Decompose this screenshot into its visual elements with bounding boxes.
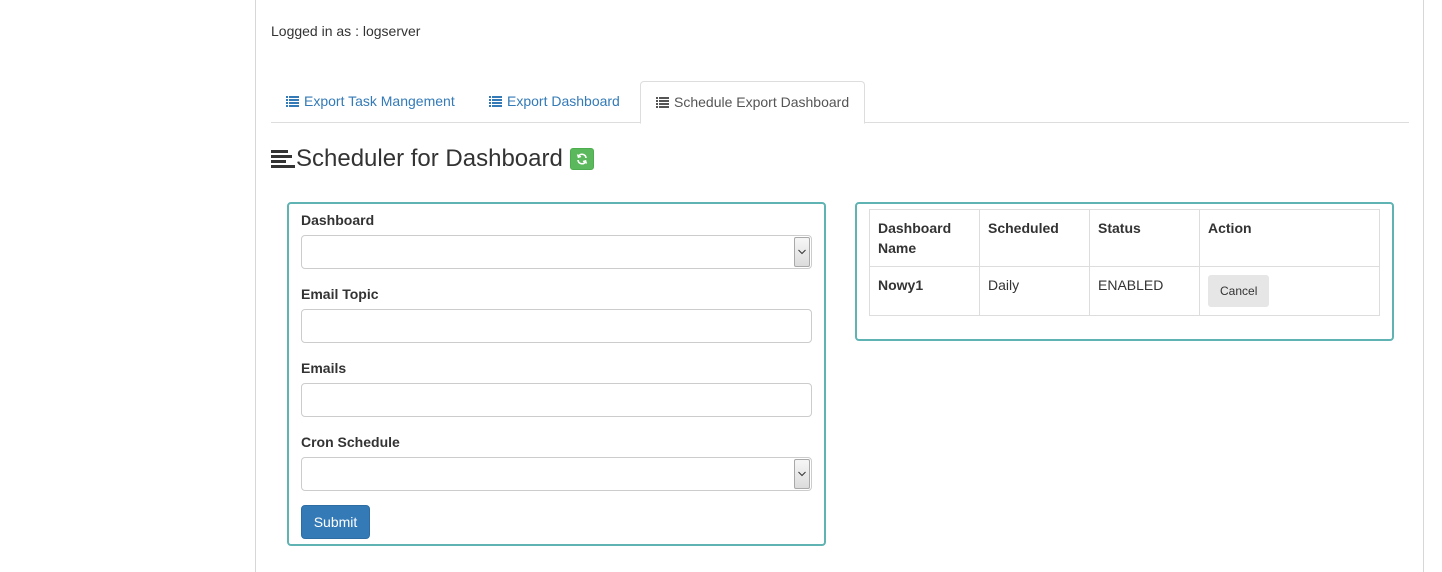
dashboard-label: Dashboard [301, 212, 375, 228]
page-title: Scheduler for Dashboard [296, 145, 563, 172]
main-content: Logged in as : logserver Export Task Man… [255, 0, 1424, 572]
column-header-action: Action [1199, 209, 1380, 267]
cell-dashboard-name: Nowy1 [869, 266, 980, 316]
tab-label: Export Dashboard [507, 93, 620, 109]
tab-export-dashboard[interactable]: Export Dashboard [474, 81, 635, 123]
cancel-button[interactable]: Cancel [1208, 275, 1270, 307]
tab-export-task-management[interactable]: Export Task Mangement [271, 81, 470, 123]
scheduler-form-panel: Dashboard Email Topic Emails Cron Schedu… [287, 202, 826, 546]
cell-status: ENABLED [1089, 266, 1200, 316]
email-topic-input[interactable] [301, 309, 812, 343]
cell-action: Cancel [1199, 266, 1380, 316]
chevron-down-icon[interactable] [794, 237, 810, 267]
cell-scheduled: Daily [979, 266, 1090, 316]
chevron-down-icon[interactable] [794, 459, 810, 489]
column-header-dashboard-name: Dashboard Name [869, 209, 980, 267]
schedule-table-panel: Dashboard Name Scheduled Status Action N… [855, 202, 1394, 341]
emails-label: Emails [301, 360, 347, 376]
cron-schedule-label: Cron Schedule [301, 434, 400, 450]
table-row: Nowy1 Daily ENABLED Cancel [869, 266, 1380, 316]
email-topic-label: Email Topic [301, 286, 379, 302]
tab-label: Schedule Export Dashboard [674, 94, 850, 110]
tab-bar: Export Task Mangement Export Dashboard S… [271, 81, 1409, 124]
tab-schedule-export-dashboard[interactable]: Schedule Export Dashboard [640, 81, 866, 124]
column-header-scheduled: Scheduled [979, 209, 1090, 267]
table-header-row: Dashboard Name Scheduled Status Action [869, 209, 1380, 267]
cron-schedule-select[interactable] [301, 457, 812, 491]
page-heading: Scheduler for Dashboard [271, 144, 594, 174]
align-left-icon [271, 148, 295, 170]
tab-label: Export Task Mangement [304, 93, 455, 109]
submit-button[interactable]: Submit [301, 505, 370, 539]
column-header-status: Status [1089, 209, 1200, 267]
dashboard-select[interactable] [301, 235, 812, 269]
logged-in-label: Logged in as : logserver [271, 23, 421, 39]
emails-input[interactable] [301, 383, 812, 417]
refresh-button[interactable] [569, 148, 594, 170]
list-icon [656, 97, 669, 108]
list-icon [489, 96, 502, 107]
list-icon [286, 96, 299, 107]
schedule-table: Dashboard Name Scheduled Status Action N… [869, 209, 1380, 316]
refresh-icon [576, 153, 587, 165]
